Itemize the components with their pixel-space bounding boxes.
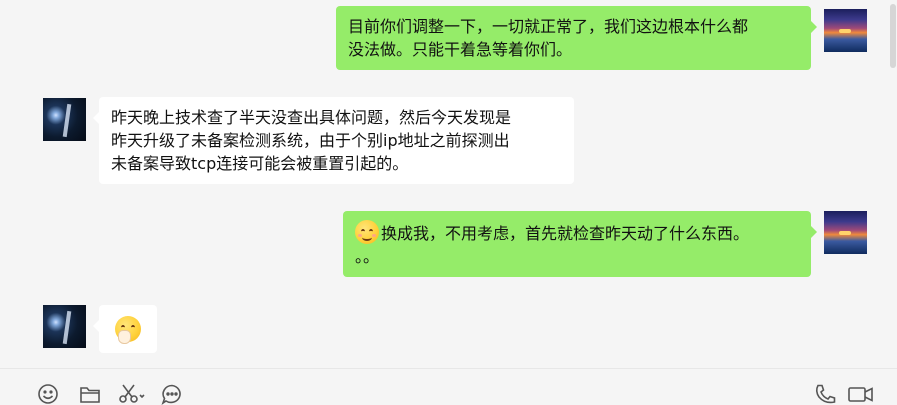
input-toolbar bbox=[0, 369, 897, 405]
message-text: 换成我，不用考虑，首先就检查昨天动了什么东西。 bbox=[381, 224, 750, 243]
my-message-bubble[interactable]: 目前你们调整一下，一切就正常了，我们这边根本什么都 没法做。只能干着急等着你们。 bbox=[336, 6, 817, 70]
message-text-line: 没法做。只能干着急等着你们。 bbox=[348, 40, 573, 59]
contact-message-bubble[interactable] bbox=[93, 305, 157, 353]
contact-avatar[interactable] bbox=[43, 305, 86, 348]
emoji-icon[interactable] bbox=[36, 383, 60, 405]
chat-scrollbar[interactable] bbox=[889, 0, 897, 368]
video-call-icon[interactable] bbox=[847, 383, 875, 405]
smiling-blush-emoji bbox=[355, 220, 379, 244]
contact-avatar[interactable] bbox=[43, 98, 86, 141]
my-avatar[interactable] bbox=[824, 9, 867, 52]
message-text-line: 换成我，不用考虑，首先就检查昨天动了什么东西。 bbox=[355, 220, 799, 245]
message-text-line: 昨天升级了未备案检测系统，由于个别ip地址之前探测出 bbox=[111, 131, 510, 150]
chat-history[interactable]: 目前你们调整一下，一切就正常了，我们这边根本什么都 没法做。只能干着急等着你们。… bbox=[0, 0, 889, 368]
scrollbar-thumb[interactable] bbox=[890, 4, 896, 68]
my-message-bubble[interactable]: 换成我，不用考虑，首先就检查昨天动了什么东西。 。。 bbox=[343, 211, 817, 277]
contact-message-bubble[interactable]: 昨天晚上技术查了半天没查出具体问题，然后今天发现是 昨天升级了未备案检测系统，由… bbox=[93, 97, 574, 184]
my-avatar[interactable] bbox=[824, 211, 867, 254]
scissors-icon[interactable] bbox=[117, 383, 147, 405]
message-text-line: 目前你们调整一下，一切就正常了，我们这边根本什么都 bbox=[348, 17, 749, 36]
message-text-line: 未备案导致tcp连接可能会被重置引起的。 bbox=[111, 154, 409, 173]
folder-icon[interactable] bbox=[78, 383, 102, 405]
chat-history-icon[interactable] bbox=[160, 383, 184, 405]
shushing-emoji bbox=[115, 316, 141, 344]
message-text-line: 昨天晚上技术查了半天没查出具体问题，然后今天发现是 bbox=[111, 108, 512, 127]
message-text-line: 。。 bbox=[355, 247, 380, 266]
phone-call-icon[interactable] bbox=[813, 383, 837, 405]
